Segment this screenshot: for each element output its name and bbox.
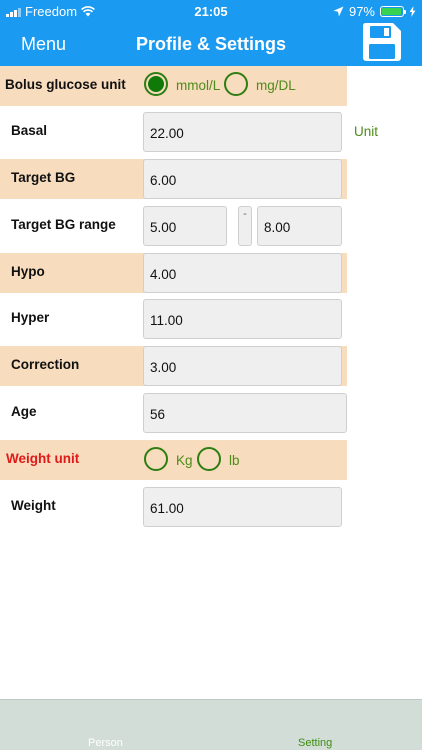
radio-lb-label: lb bbox=[229, 453, 240, 468]
bolus-unit-row: Bolus glucose unit mmol/L mg/DL bbox=[0, 66, 347, 106]
radio-kg[interactable] bbox=[144, 447, 168, 471]
hypo-input[interactable]: 4.00 bbox=[143, 253, 342, 293]
bolus-unit-label: Bolus glucose unit bbox=[5, 77, 126, 92]
floppy-disk-icon bbox=[362, 23, 401, 61]
target-bg-label: Target BG bbox=[11, 170, 76, 185]
weight-unit-label: Weight unit bbox=[6, 451, 80, 466]
target-range-low-input[interactable]: 5.00 bbox=[143, 206, 227, 246]
status-bar: Freedom 21:05 97% bbox=[0, 0, 422, 22]
tab-person[interactable]: Person bbox=[88, 737, 123, 749]
location-arrow-icon bbox=[333, 6, 344, 17]
radio-mgdl[interactable] bbox=[224, 72, 248, 96]
radio-mmol-label: mmol/L bbox=[176, 78, 221, 93]
correction-input[interactable]: 3.00 bbox=[143, 346, 342, 386]
battery-percent: 97% bbox=[348, 4, 375, 19]
status-indicators: 97% bbox=[333, 4, 416, 19]
target-range-high-input[interactable]: 8.00 bbox=[257, 206, 342, 246]
hyper-input[interactable]: 11.00 bbox=[143, 299, 342, 339]
page-title: Profile & Settings bbox=[135, 34, 287, 54]
radio-mmol[interactable] bbox=[144, 72, 168, 96]
battery-icon bbox=[380, 6, 406, 17]
target-range-label: Target BG range bbox=[11, 217, 116, 232]
nav-bar: Menu Profile & Settings bbox=[0, 22, 422, 66]
tab-setting[interactable]: Setting bbox=[298, 737, 332, 749]
hyper-label: Hyper bbox=[11, 310, 50, 325]
hypo-label: Hypo bbox=[11, 264, 45, 279]
save-button[interactable] bbox=[362, 22, 402, 62]
basal-unit-label: Unit bbox=[354, 124, 379, 139]
radio-lb[interactable] bbox=[197, 447, 221, 471]
radio-kg-label: Kg bbox=[176, 453, 193, 468]
correction-label: Correction bbox=[11, 357, 80, 372]
range-separator: - bbox=[238, 206, 252, 246]
tab-bar: Person Setting bbox=[0, 699, 422, 750]
weight-unit-row: Weight unit Kg lb bbox=[0, 440, 347, 480]
age-input[interactable]: 56 bbox=[143, 393, 347, 433]
charging-bolt-icon bbox=[409, 6, 416, 17]
radio-mgdl-label: mg/DL bbox=[256, 78, 296, 93]
age-label: Age bbox=[11, 404, 37, 419]
target-bg-input[interactable]: 6.00 bbox=[143, 159, 342, 199]
weight-label: Weight bbox=[11, 498, 56, 513]
basal-label: Basal bbox=[11, 123, 48, 138]
weight-input[interactable]: 61.00 bbox=[143, 487, 342, 527]
basal-input[interactable]: 22.00 bbox=[143, 112, 342, 152]
